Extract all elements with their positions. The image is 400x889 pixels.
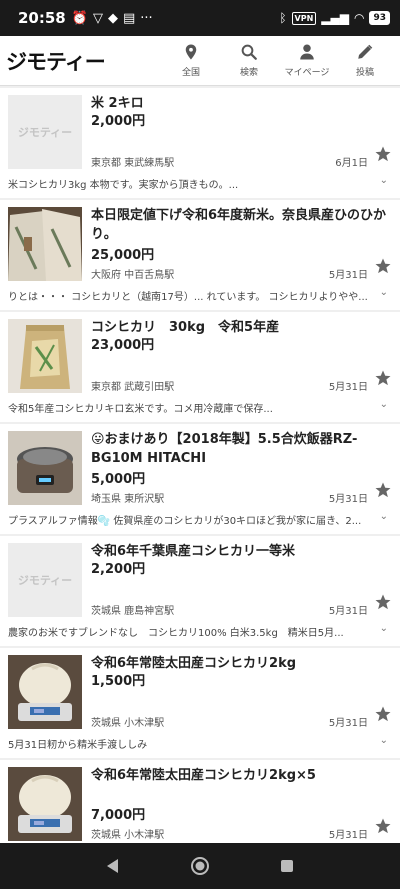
placeholder-logo: ジモティー xyxy=(17,574,73,587)
listing-title: 令和6年常陸太田産コシヒカリ2kg×5 xyxy=(91,768,316,783)
listing-location: 東京都 武蔵引田駅 xyxy=(91,382,175,393)
listing-price: 1,500円 xyxy=(91,674,146,689)
listing-title: 本日限定値下げ令和6年度新米。奈良県産ひのひかり。 xyxy=(91,208,387,242)
listing-price: 2,200円 xyxy=(91,562,146,577)
listing-price: 5,000円 xyxy=(91,472,146,487)
favorite-star-icon[interactable] xyxy=(374,817,392,835)
expand-chevron-icon[interactable]: ⌄ xyxy=(380,735,388,746)
jmty-logo[interactable]: ジモティー xyxy=(6,46,106,76)
listing-location: 茨城県 小木津駅 xyxy=(91,718,165,729)
battery-level: 93 xyxy=(369,11,390,25)
pencil-icon xyxy=(358,44,373,59)
search-icon xyxy=(241,44,257,60)
app-header: ジモティー 全国 検索 マイページ 投稿 xyxy=(0,36,400,86)
listing-date: 5月31日 xyxy=(328,494,368,505)
expand-chevron-icon[interactable]: ⌄ xyxy=(380,399,388,410)
listing-thumbnail[interactable] xyxy=(8,767,82,841)
favorite-star-icon[interactable] xyxy=(374,705,392,723)
nav-label: 全国 xyxy=(181,68,200,78)
nav-post[interactable]: 投稿 xyxy=(336,43,394,78)
nav-search[interactable]: 検索 xyxy=(220,43,278,78)
listing-card[interactable]: 令和6年常陸太田産コシヒカリ2kg 1,500円 茨城県 小木津駅 5月31日 5月31… xyxy=(0,648,400,758)
listing-title: 😛おまけあり【2018年製】5.5合炊飯器RZ-BG10M HITACHI xyxy=(91,432,358,466)
more-dots-icon: ··· xyxy=(140,10,153,26)
signal-icon: ▂▄▆ xyxy=(321,11,349,25)
listing-card[interactable]: ジモティー米 2キロ 2,000円 東京都 東武練馬駅 6月1日 米コシヒカリ3kg 本… xyxy=(0,88,400,198)
wifi-icon: ◠ xyxy=(353,11,365,25)
listing-card[interactable]: 本日限定値下げ令和6年度新米。奈良県産ひのひかり。 25,000円大阪府 中百舌鳥… xyxy=(0,200,400,310)
status-right: ᛒ VPN ▂▄▆ ◠ 93 xyxy=(279,11,390,25)
listing-feed[interactable]: ジモティー米 2キロ 2,000円 東京都 東武練馬駅 6月1日 米コシヒカリ3kg 本… xyxy=(0,88,400,843)
favorite-star-icon[interactable] xyxy=(374,145,392,163)
favorite-star-icon[interactable] xyxy=(374,257,392,275)
listing-thumbnail[interactable] xyxy=(8,655,82,729)
placeholder-logo: ジモティー xyxy=(17,126,73,139)
listing-price: 2,000円 xyxy=(91,114,146,129)
status-bar: 20:58 ⏰ ▽ ◆ ▤ ··· ᛒ VPN ▂▄▆ ◠ 93 xyxy=(0,0,400,36)
listing-location: 東京都 東武練馬駅 xyxy=(91,158,175,169)
listing-thumbnail[interactable] xyxy=(8,319,82,393)
listing-date: 6月1日 xyxy=(335,158,368,169)
favorite-star-icon[interactable] xyxy=(374,593,392,611)
app-v-icon: ▽ xyxy=(92,10,103,26)
home-icon[interactable] xyxy=(190,856,210,876)
bluetooth-icon: ᛒ xyxy=(279,11,287,25)
vpn-badge: VPN xyxy=(291,11,317,25)
listing-description: 令和5年産コシヒカリキロ玄米です。コメ用冷蔵庫で保存... xyxy=(8,404,273,415)
listing-date: 5月31日 xyxy=(328,718,368,729)
nav-label: マイページ xyxy=(284,68,330,78)
listing-location: 茨城県 小木津駅 xyxy=(91,830,165,841)
nav-region[interactable]: 全国 xyxy=(162,43,220,78)
listing-description: 農家のお米ですブレンドなし コシヒカリ100% 白米3.5kg 精米日5月... xyxy=(8,628,344,639)
favorite-star-icon[interactable] xyxy=(374,369,392,387)
header-nav: 全国 検索 マイページ 投稿 xyxy=(162,43,394,78)
listing-card[interactable]: ジモティー 令和6年千葉県産コシヒカリ一等米 2,200円 茨城県 鹿島神宮駅 5月31… xyxy=(0,536,400,646)
back-icon[interactable] xyxy=(103,856,123,876)
listing-date: 5月31日 xyxy=(328,830,368,841)
expand-chevron-icon[interactable]: ⌄ xyxy=(380,175,388,186)
nav-label: 投稿 xyxy=(355,68,374,78)
listing-card[interactable]: 😛おまけあり【2018年製】5.5合炊飯器RZ-BG10M HITACHI 5,0… xyxy=(0,424,400,534)
listing-thumbnail[interactable]: ジモティー xyxy=(8,543,82,617)
listing-thumbnail[interactable] xyxy=(8,431,82,505)
listing-description: 5月31日籾から精米手渡ししみ xyxy=(8,740,148,751)
listing-description: 米コシヒカリ3kg 本物です。実家から頂きもの。... xyxy=(8,180,239,191)
person-icon xyxy=(300,44,314,60)
listing-location: 茨城県 鹿島神宮駅 xyxy=(91,606,175,617)
shield-icon: ◆ xyxy=(107,10,118,26)
listing-card[interactable]: 令和6年常陸太田産コシヒカリ2kg×5 7,000円茨城県 小木津駅 5月31日 xyxy=(0,760,400,843)
listing-date: 5月31日 xyxy=(328,270,368,281)
listing-description: りとは・・・ コシヒカリと（越南17号）... れています。 コシヒカリよりやや… xyxy=(8,292,368,303)
listing-date: 5月31日 xyxy=(328,606,368,617)
listing-price: 7,000円 xyxy=(91,808,146,823)
tablet-icon: ▤ xyxy=(122,10,136,26)
listing-description: プラスアルファ情報🫧 佐賀県産のコシヒカリが30キロほど我が家に届き、2... xyxy=(8,516,362,527)
system-nav-bar xyxy=(0,843,400,889)
nav-mypage[interactable]: マイページ xyxy=(278,43,336,78)
listing-card[interactable]: コシヒカリ 30kg 令和5年産 23,000円 東京都 武蔵引田駅 5月31日 令和5… xyxy=(0,312,400,422)
listing-location: 埼玉県 東所沢駅 xyxy=(91,494,165,505)
recents-icon[interactable] xyxy=(277,856,297,876)
expand-chevron-icon[interactable]: ⌄ xyxy=(380,511,388,522)
listing-date: 5月31日 xyxy=(328,382,368,393)
expand-chevron-icon[interactable]: ⌄ xyxy=(380,623,388,634)
location-pin-icon xyxy=(185,44,197,60)
alarm-icon: ⏰ xyxy=(71,10,88,26)
listing-price: 25,000円 xyxy=(91,248,155,263)
favorite-star-icon[interactable] xyxy=(374,481,392,499)
status-time: 20:58 xyxy=(18,9,66,27)
nav-label: 検索 xyxy=(239,68,258,78)
listing-location: 大阪府 中百舌鳥駅 xyxy=(91,270,175,281)
listing-price: 23,000円 xyxy=(91,338,155,353)
expand-chevron-icon[interactable]: ⌄ xyxy=(380,287,388,298)
listing-thumbnail[interactable] xyxy=(8,207,82,281)
listing-thumbnail[interactable]: ジモティー xyxy=(8,95,82,169)
